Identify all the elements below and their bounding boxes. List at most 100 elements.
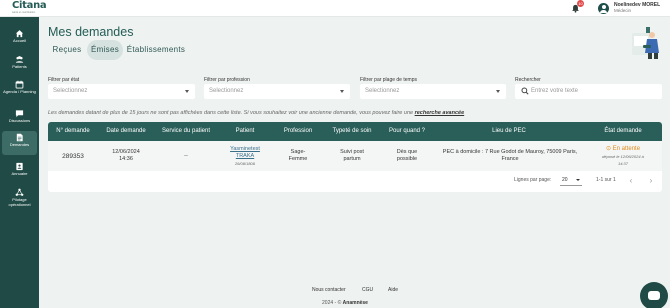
chevron-left-icon: ‹	[629, 176, 633, 185]
doctor-illustration	[624, 23, 664, 63]
when-line: Dès que	[396, 149, 418, 155]
logo-tagline: santé et coordination	[12, 11, 36, 14]
advanced-search-link[interactable]: recherche avancée	[415, 110, 465, 116]
status-sub: 14:37	[617, 160, 628, 166]
status-badge: ⊙ En attente	[606, 146, 640, 153]
cell-number: 289353	[62, 152, 84, 160]
pagination-range: 1-1 sur 1	[596, 177, 616, 183]
chat-icon	[15, 109, 24, 118]
page-title: Mes demandes	[48, 25, 134, 39]
document-icon	[15, 133, 24, 142]
rows-per-page-select[interactable]: 20	[560, 175, 582, 186]
tab-etablissements[interactable]: Établissements	[124, 40, 188, 60]
info-notice: Les demandes datant de plus de 15 jours …	[48, 110, 464, 116]
requests-table: N° demande Date demande Service du patie…	[48, 122, 662, 192]
chat-button[interactable]	[640, 282, 668, 308]
cell-profession: Sage- Femme	[272, 141, 324, 171]
sidebar-item-accueil[interactable]: Accueil	[2, 27, 37, 44]
warning-icon: ⊙	[605, 145, 613, 152]
copyright-text: 2024 - ©	[322, 300, 342, 306]
help-link[interactable]: Aide	[388, 287, 398, 293]
directory-icon	[15, 162, 24, 171]
profession-line: Femme	[288, 156, 308, 162]
cell-place: PEC à domicile : 7 Rue Godot de Mauroy, …	[442, 149, 578, 162]
profession-line: Sage-	[290, 149, 306, 155]
chat-icon	[648, 291, 660, 300]
users-icon	[15, 55, 24, 64]
brand-name: Anamnèse	[342, 300, 368, 306]
network-icon	[15, 188, 24, 197]
prev-page-button[interactable]: ‹	[626, 176, 636, 186]
sidebar-item-label: Accueil	[13, 38, 26, 43]
chevron-down-icon	[185, 90, 189, 93]
status-label: En attente	[612, 145, 641, 152]
chevron-down-icon	[340, 90, 344, 93]
sidebar-item-patients[interactable]: Patients	[2, 53, 37, 70]
rows-per-page-label: Lignes par page:	[514, 177, 552, 183]
calendar-icon	[15, 80, 24, 89]
column-header[interactable]: Patient	[218, 122, 272, 141]
sidebar-item-label: Agenda / Planning	[3, 89, 36, 94]
column-header[interactable]: Service du patient	[154, 122, 218, 141]
filter-state-label: Filtrer par état	[48, 77, 80, 83]
column-header[interactable]: Profession	[272, 122, 324, 141]
column-header[interactable]: N° demande	[48, 122, 98, 141]
sidebar-item-label: Annuaire	[11, 171, 28, 176]
contact-link[interactable]: Nous contacter	[312, 287, 346, 293]
table-row[interactable]: 289353 12/06/2024 14:36 -- Yasminetest T…	[48, 141, 662, 171]
filter-state-placeholder: Selectionnez	[53, 88, 88, 94]
cell-date: 12/06/2024 14:36	[98, 141, 154, 171]
tab-recues[interactable]: Reçues	[48, 40, 86, 60]
cgu-link[interactable]: CGU	[362, 287, 373, 293]
avatar[interactable]	[598, 3, 609, 14]
sidebar: Accueil Patients Agenda / Planning Discu…	[0, 17, 39, 308]
sidebar-item-agenda[interactable]: Agenda / Planning	[2, 78, 37, 95]
user-role: Médecin	[614, 8, 632, 13]
column-header[interactable]: État demande	[584, 122, 662, 141]
cell-when: Dès que possible	[380, 141, 434, 171]
sidebar-item-demandes[interactable]: Demandes	[2, 131, 37, 155]
tab-emises[interactable]: Émises	[87, 40, 123, 60]
cell-service: --	[184, 152, 188, 159]
next-page-button[interactable]: ›	[646, 176, 656, 186]
search-icon	[521, 87, 529, 97]
logo-name: Citana	[12, 0, 47, 11]
table-header: N° demande Date demande Service du patie…	[48, 122, 662, 141]
sidebar-item-label: Demandes	[9, 142, 30, 147]
patient-last-name-link[interactable]: TRAKA	[236, 153, 254, 160]
patient-dob: 26/08/1808	[234, 160, 256, 166]
filter-state-select[interactable]: Selectionnez	[48, 84, 195, 99]
filter-profession-select[interactable]: Selectionnez	[204, 84, 350, 99]
search-input[interactable]: Entrez votre texte	[515, 84, 662, 99]
copyright: 2024 - © Anamnèse	[0, 300, 670, 306]
filter-profession-placeholder: Selectionnez	[209, 88, 244, 94]
sidebar-item-annuaire[interactable]: Annuaire	[2, 160, 37, 177]
sidebar-item-pilotage[interactable]: Pilotage opérationnel	[2, 186, 37, 207]
chevron-down-icon	[576, 179, 580, 181]
sidebar-item-label: Discussions	[8, 118, 31, 123]
column-header[interactable]: Date demande	[98, 122, 154, 141]
patient-first-name-link[interactable]: Yasminetest	[230, 146, 260, 153]
column-header[interactable]: Lieu de PEC	[434, 122, 584, 141]
filter-time-label: Filtrer par plage de temps	[360, 77, 417, 83]
app-logo[interactable]: Citana santé et coordination	[12, 0, 47, 15]
filter-time-placeholder: Selectionnez	[365, 88, 400, 94]
cell-patient: Yasminetest TRAKA 26/08/1808	[218, 141, 272, 171]
care-type-line: Suivi post	[340, 149, 364, 155]
column-header[interactable]: Pour quand ?	[380, 122, 434, 141]
filter-time-select[interactable]: Selectionnez	[360, 84, 506, 99]
date-value: 12/06/2024	[112, 149, 140, 155]
cell-care-type: Suivi post partum	[324, 141, 380, 171]
time-value: 14:36	[119, 156, 133, 162]
sidebar-item-label: Patients	[12, 64, 27, 69]
care-type-line: partum	[343, 156, 361, 162]
chevron-down-icon	[496, 90, 500, 93]
column-header[interactable]: Typeté de soin	[324, 122, 380, 141]
filter-profession-label: Filtrer par profession	[204, 77, 250, 83]
home-icon	[15, 29, 24, 38]
notification-badge: 10	[577, 0, 584, 7]
cell-status: ⊙ En attente déposé le 12/06/2024 à 14:3…	[584, 141, 662, 171]
search-placeholder: Entrez votre texte	[531, 88, 579, 94]
top-bar: Citana santé et coordination 10 Noelined…	[0, 0, 670, 17]
sidebar-item-discussions[interactable]: Discussions	[2, 107, 37, 124]
